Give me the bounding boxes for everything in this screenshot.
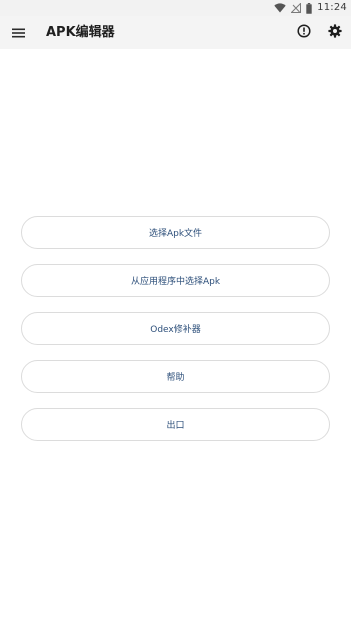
wifi-icon: [274, 3, 286, 13]
settings-button[interactable]: [325, 22, 345, 42]
button-label: Odex修补器: [150, 325, 201, 335]
about-button[interactable]: [294, 22, 314, 42]
status-icons: 11:24: [274, 1, 347, 15]
button-label: 帮助: [166, 373, 185, 383]
button-label: 选择Apk文件: [148, 229, 203, 239]
help-button[interactable]: 帮助: [21, 360, 330, 393]
button-label: 从应用程序中选择Apk: [130, 277, 221, 287]
status-time: 11:24: [317, 2, 347, 13]
info-icon: [297, 23, 311, 42]
no-signal-icon: [291, 3, 302, 13]
exit-button[interactable]: 出口: [21, 408, 330, 441]
gear-icon: [328, 23, 342, 42]
status-bar: 11:24: [0, 0, 351, 16]
action-list: 选择Apk文件 从应用程序中选择Apk Odex修补器 帮助 出口: [21, 216, 330, 441]
app-title: APK编辑器: [46, 25, 115, 40]
button-label: 出口: [166, 421, 185, 431]
app-bar: APK编辑器: [0, 16, 351, 49]
select-apk-from-apps-button[interactable]: 从应用程序中选择Apk: [21, 264, 330, 297]
battery-icon: [306, 2, 312, 14]
odex-patcher-button[interactable]: Odex修补器: [21, 312, 330, 345]
select-apk-file-button[interactable]: 选择Apk文件: [21, 216, 330, 249]
menu-button[interactable]: [8, 22, 28, 42]
hamburger-menu-icon: [11, 23, 25, 42]
